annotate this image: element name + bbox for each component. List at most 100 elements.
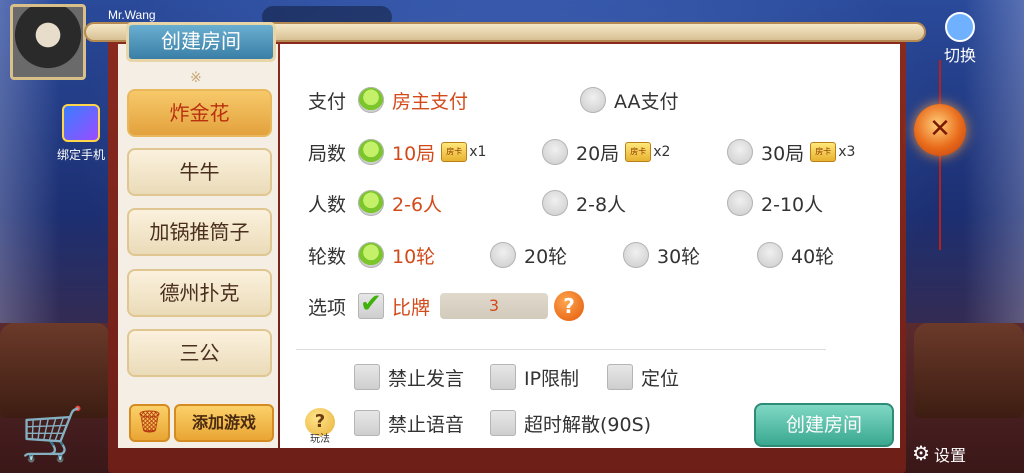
ornament-icon: ※ [190, 70, 202, 86]
room-card-icon: 房卡 [810, 142, 837, 162]
option-text: 禁止发言 [388, 367, 465, 390]
radio[interactable] [490, 242, 516, 268]
players-option-2-6[interactable]: 2-6人 [358, 188, 442, 218]
restriction-location[interactable]: 定位 [607, 362, 679, 392]
checkbox[interactable] [354, 410, 380, 436]
rounds-option-10[interactable]: 10局 房卡 x1 [358, 137, 486, 167]
option-text: 房主支付 [392, 90, 469, 113]
close-button[interactable]: ✕ [914, 104, 966, 156]
option-text: IP限制 [524, 367, 580, 390]
rounds-row: 局数 [308, 137, 358, 167]
turns-option-40[interactable]: 40轮 [757, 240, 834, 270]
options-label: 选项 [308, 296, 347, 319]
options-row: 选项 [308, 291, 358, 321]
option-text: 10局 [392, 142, 436, 165]
option-text: AA支付 [614, 90, 679, 113]
divider [296, 349, 826, 350]
sidebar-item-sangong[interactable]: 三公 [127, 329, 272, 377]
rules-label: 玩法 [310, 434, 330, 445]
close-icon: ✕ [929, 114, 951, 144]
switch-label: 切换 [943, 46, 976, 65]
sidebar-item-zhajinhua[interactable]: 炸金花 [127, 89, 272, 137]
option-text: 20局 [576, 142, 620, 165]
checkbox[interactable] [490, 410, 516, 436]
option-text: 10轮 [392, 245, 436, 268]
trash-button[interactable]: 🗑 [129, 404, 170, 442]
switch-icon [944, 12, 975, 42]
option-text: 超时解散(90S) [524, 413, 652, 436]
bind-phone-label: 绑定手机 [56, 148, 105, 162]
player-name: Mr.Wang [108, 8, 156, 22]
rules-button[interactable]: ? 玩法 [304, 408, 336, 446]
compare-value-field[interactable]: 3 [440, 293, 549, 319]
rounds-option-30[interactable]: 30局 房卡 x3 [727, 137, 855, 167]
checkbox[interactable] [607, 364, 633, 390]
multiplier: x2 [653, 144, 671, 160]
rounds-option-20[interactable]: 20局 房卡 x2 [542, 137, 670, 167]
compare-option[interactable]: 比牌 3 ? [358, 289, 585, 321]
multiplier: x1 [469, 144, 487, 160]
sidebar-item-texas-holdem[interactable]: 德州扑克 [127, 269, 272, 317]
option-text: 2-6人 [392, 193, 443, 216]
option-text: 定位 [641, 367, 680, 390]
radio[interactable] [623, 242, 649, 268]
option-text: 2-10人 [761, 193, 824, 216]
sidebar-item-niuniu[interactable]: 牛牛 [127, 148, 272, 196]
restriction-ip-limit[interactable]: IP限制 [490, 362, 579, 392]
radio-selected[interactable] [358, 139, 384, 165]
players-option-2-8[interactable]: 2-8人 [542, 188, 626, 218]
payment-option-owner[interactable]: 房主支付 [358, 85, 468, 115]
option-text: 2-8人 [576, 193, 627, 216]
radio[interactable] [727, 139, 753, 165]
players-row: 人数 [308, 188, 358, 218]
trash-icon: 🗑 [135, 410, 164, 435]
option-text: 20轮 [524, 245, 568, 268]
radio-selected[interactable] [358, 87, 384, 113]
turns-option-20[interactable]: 20轮 [490, 240, 567, 270]
radio[interactable] [727, 190, 753, 216]
radio[interactable] [542, 139, 568, 165]
payment-label: 支付 [308, 90, 347, 113]
bind-phone-button[interactable]: 绑定手机 [50, 104, 112, 163]
room-card-icon: 房卡 [625, 142, 652, 162]
sofa-right [914, 323, 1024, 418]
help-icon[interactable]: ? [554, 291, 585, 321]
rounds-label: 局数 [308, 142, 347, 165]
restriction-no-chat[interactable]: 禁止发言 [354, 362, 464, 392]
players-option-2-10[interactable]: 2-10人 [727, 188, 823, 218]
option-text: 30轮 [657, 245, 701, 268]
dialog-title: 创建房间 [126, 22, 276, 62]
switch-account-button[interactable]: 切换 [944, 12, 976, 66]
sidebar-item-jiaguotuitongzi[interactable]: 加锅推筒子 [127, 208, 272, 256]
room-card-icon: 房卡 [441, 142, 468, 162]
radio[interactable] [542, 190, 568, 216]
checkbox[interactable] [490, 364, 516, 390]
radio-selected[interactable] [358, 190, 384, 216]
payment-row: 支付 [308, 85, 358, 115]
option-text: 40轮 [791, 245, 835, 268]
create-room-button[interactable]: 创建房间 [754, 403, 894, 447]
add-game-button[interactable]: 添加游戏 [174, 404, 274, 442]
radio[interactable] [580, 87, 606, 113]
restriction-timeout-dissolve[interactable]: 超时解散(90S) [490, 408, 651, 438]
shop-cart-icon[interactable]: 🛒 [20, 405, 85, 465]
compare-checkbox[interactable] [358, 289, 384, 319]
option-text: 禁止语音 [388, 413, 465, 436]
player-avatar[interactable] [10, 4, 86, 80]
sofa-left [0, 323, 110, 418]
turns-row: 轮数 [308, 240, 358, 270]
payment-option-aa[interactable]: AA支付 [580, 85, 679, 115]
checkbox[interactable] [354, 364, 380, 390]
restriction-no-voice[interactable]: 禁止语音 [354, 408, 464, 438]
gift-icon [62, 104, 100, 142]
turns-option-30[interactable]: 30轮 [623, 240, 700, 270]
turns-label: 轮数 [308, 245, 347, 268]
turns-option-10[interactable]: 10轮 [358, 240, 435, 270]
settings-label[interactable]: 设置 [934, 442, 966, 466]
radio[interactable] [757, 242, 783, 268]
gear-icon[interactable]: ⚙ [912, 441, 930, 465]
multiplier: x3 [838, 144, 856, 160]
option-text: 30局 [761, 142, 805, 165]
radio-selected[interactable] [358, 242, 384, 268]
option-text: 比牌 [392, 296, 431, 319]
